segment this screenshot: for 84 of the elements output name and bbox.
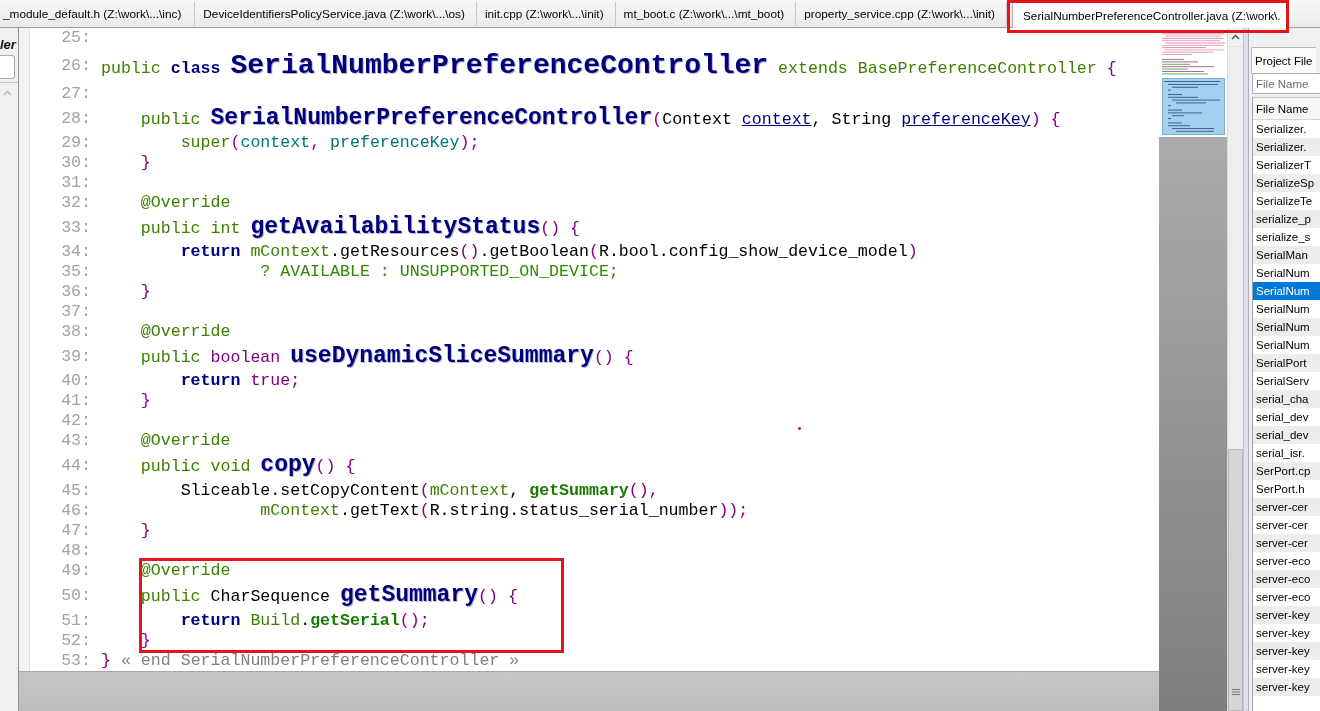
line-number: 38: — [61, 322, 91, 341]
code-line: public boolean useDynamicSliceSummary() { — [140, 342, 634, 371]
code-line: Sliceable.setCopyContent(mContext, getSummary(), — [180, 480, 659, 501]
code-line: } — [140, 153, 151, 173]
input-field[interactable] — [0, 55, 15, 79]
line-number: 39: — [61, 347, 91, 366]
code-line: return true; — [180, 371, 301, 391]
file-tab[interactable]: init.cpp (Z:\work\...\init) — [476, 2, 616, 26]
file-row[interactable]: server-key — [1253, 606, 1320, 624]
panel-tab[interactable]: Project File — [1251, 47, 1316, 73]
file-row[interactable]: server-key — [1253, 678, 1320, 696]
code-line: } — [140, 631, 151, 651]
code-line: public SerialNumberPreferenceController(Context context, String preferenceKey) { — [140, 104, 1061, 133]
file-tab[interactable]: property_service.cpp (Z:\work\...\init) — [796, 2, 1007, 26]
grip-icon — [1231, 689, 1240, 695]
line-number: 31: — [61, 173, 91, 192]
file-row[interactable]: SerialNum — [1253, 318, 1320, 336]
code-line: public void copy() { — [140, 451, 356, 480]
line-number: 44: — [61, 456, 91, 475]
line-number: 42: — [61, 411, 91, 430]
line-number: 52: — [61, 631, 91, 650]
line-number: 47: — [61, 521, 91, 540]
code-line: ? AVAILABLE : UNSUPPORTED_ON_DEVICE; — [260, 262, 619, 282]
panel-title: ler — [0, 37, 16, 52]
line-number: 51: — [61, 611, 91, 630]
line-number: 40: — [61, 371, 91, 390]
line-number: 29: — [61, 133, 91, 152]
line-number: 32: — [61, 193, 91, 212]
column-header[interactable]: File Name — [1253, 98, 1320, 120]
code-line: } — [140, 282, 151, 302]
line-number: 26: — [61, 56, 91, 75]
line-number: 50: — [61, 586, 91, 605]
file-row[interactable]: Serializer. — [1253, 138, 1320, 156]
code-line: } « end SerialNumberPreferenceController » — [101, 651, 520, 671]
line-number: 41: — [61, 391, 91, 410]
line-number: 43: — [61, 431, 91, 450]
scrollbar-thumb[interactable] — [1228, 449, 1243, 711]
line-number: 53: — [61, 651, 91, 670]
code-line: public CharSequence getSummary() { — [140, 581, 518, 610]
file-tab[interactable]: mt_boot.c (Z:\work\...\mt_boot) — [615, 2, 797, 26]
file-row[interactable]: server-key — [1253, 642, 1320, 660]
file-row[interactable]: serialize_p — [1253, 210, 1320, 228]
file-row[interactable]: SerialPort — [1253, 354, 1320, 372]
line-number: 30: — [61, 153, 91, 172]
code-line: } — [140, 391, 151, 411]
file-tab[interactable]: DeviceIdentifiersPolicyService.java (Z:\work\...\os) — [195, 2, 477, 26]
chevron-up-icon — [1231, 34, 1240, 40]
line-number: 28: — [61, 109, 91, 128]
line-number: 27: — [61, 84, 91, 103]
search-field[interactable]: File Name — [1252, 73, 1320, 94]
code-line: super(context, preferenceKey); — [180, 133, 480, 153]
line-number: 33: — [61, 218, 91, 237]
file-tab[interactable]: _module_default.h (Z:\work\...\inc) — [0, 2, 196, 26]
chevron-up-icon[interactable] — [3, 90, 12, 96]
line-number: 36: — [61, 282, 91, 301]
file-row[interactable]: SerialNum — [1253, 282, 1320, 300]
code-line: public class SerialNumberPreferenceController extends BasePreferenceController { — [101, 49, 1117, 83]
code-line: @Override — [140, 561, 231, 581]
file-row[interactable]: serial_dev — [1253, 426, 1320, 444]
line-number: 34: — [61, 242, 91, 261]
code-line: @Override — [140, 193, 231, 213]
code-line: @Override — [140, 431, 231, 451]
code-line: return mContext.getResources().getBoolean(R.bool.config_show_device_model) — [180, 242, 918, 262]
line-number: 45: — [61, 481, 91, 500]
line-number: 37: — [61, 302, 91, 321]
code-line: public int getAvailabilityStatus() { — [140, 213, 581, 242]
code-line: mContext.getText(R.string.status_serial_number)); — [260, 501, 749, 521]
file-row[interactable]: SerPort.cp — [1253, 462, 1320, 480]
line-number: 49: — [61, 561, 91, 580]
file-row[interactable]: serial_cha — [1253, 390, 1320, 408]
line-number: 48: — [61, 541, 91, 560]
code-line: @Override — [140, 322, 231, 342]
file-row[interactable]: server-cer — [1253, 534, 1320, 552]
line-number: 25: — [61, 28, 91, 47]
file-row[interactable]: SerializeSp — [1253, 174, 1320, 192]
file-tab[interactable]: SerialNumberPreferenceController.java (Z:\work\. — [1012, 2, 1287, 28]
line-number: 35: — [61, 262, 91, 281]
code-line: return Build.getSerial(); — [180, 610, 430, 631]
file-row[interactable]: server-eco — [1253, 570, 1320, 588]
code-line: } — [140, 521, 151, 541]
dot-icon — [798, 427, 801, 430]
line-number: 46: — [61, 501, 91, 520]
file-row[interactable]: SerialMan — [1253, 246, 1320, 264]
file-row[interactable]: server-cer — [1253, 498, 1320, 516]
